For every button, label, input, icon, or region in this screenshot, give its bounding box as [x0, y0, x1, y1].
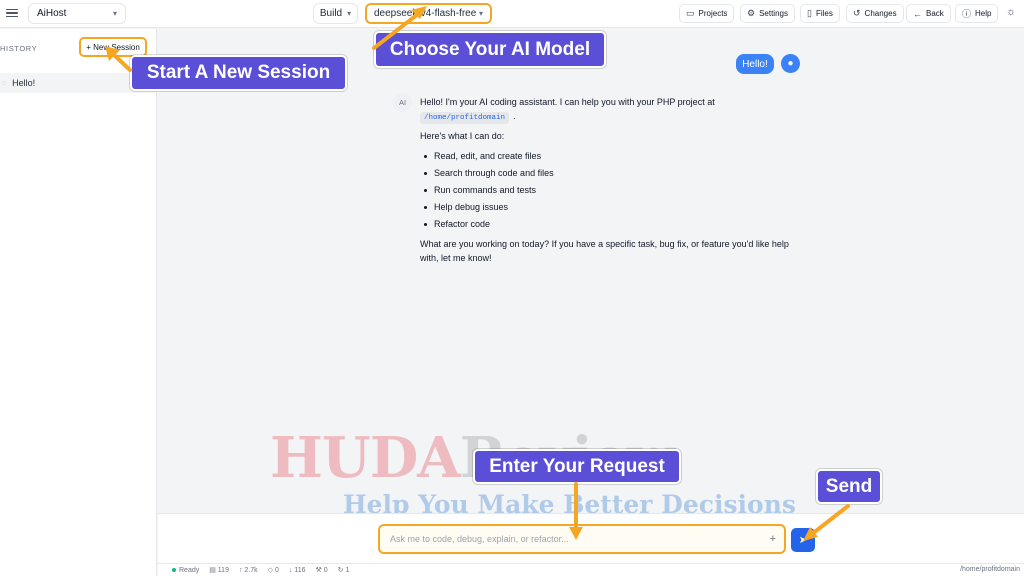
status-stat-refresh: ↻ 1: [337, 567, 350, 574]
ai-can-do: Here's what I can do:: [420, 131, 505, 141]
attach-plus-icon[interactable]: +: [770, 533, 776, 545]
callout-enter-request: Enter Your Request: [473, 449, 681, 484]
stat-value: 1: [345, 567, 350, 574]
projects-button-label: Projects: [698, 9, 728, 18]
gear-icon: ⚙: [747, 8, 756, 18]
files-button[interactable]: ▯ Files: [800, 4, 840, 23]
send-icon: ➤: [798, 534, 808, 546]
chevron-down-icon: ▾: [347, 9, 352, 18]
status-ready: Ready: [172, 567, 199, 574]
status-stat-diamond: ◇ 0: [267, 567, 279, 574]
arrow-left-icon: ←: [913, 8, 922, 19]
undo-icon: ↺: [853, 8, 861, 18]
ai-avatar: AI: [393, 93, 412, 112]
settings-button[interactable]: ⚙ Settings: [740, 4, 795, 23]
changes-button[interactable]: ↺ Changes: [846, 4, 904, 23]
model-select-label: deepseek-v4-flash-free: [374, 8, 477, 19]
file-icon: ▯: [807, 8, 812, 18]
status-path: /home/profitdomain: [960, 566, 1020, 573]
sidebar: HISTORY + New Session ◌ Hello! 2: [0, 29, 157, 576]
new-session-button[interactable]: + New Session: [79, 37, 147, 57]
ai-intro: Hello! I'm your AI coding assistant. I c…: [420, 95, 790, 124]
ai-message: Hello! I'm your AI coding assistant. I c…: [420, 95, 790, 270]
list-item: Run commands and tests: [420, 182, 790, 199]
stat-value: 116: [294, 566, 306, 574]
top-bar: AiHost ▾ Build ▾ deepseek-v4-flash-free …: [0, 0, 1024, 28]
chat-input[interactable]: [390, 534, 770, 544]
theme-toggle-icon[interactable]: ☼: [1006, 6, 1016, 18]
list-item: Help debug issues: [420, 199, 790, 216]
list-item: Search through code and files: [420, 165, 790, 182]
status-stat-files: ▤ 119: [209, 567, 229, 574]
stat-value: 119: [217, 567, 229, 574]
help-button-label: Help: [975, 9, 992, 18]
folder-icon: ▭: [686, 8, 695, 18]
status-stat-tokens-down: ↓ 116: [288, 566, 306, 574]
path-chip: /home/profitdomain: [420, 112, 510, 124]
ai-capabilities-list: Read, edit, and create files Search thro…: [420, 148, 790, 233]
status-stat-tools: ⚒ 0: [315, 567, 328, 574]
list-item: Refactor code: [420, 216, 790, 233]
user-avatar-icon: ●: [781, 54, 800, 73]
help-icon: ⓘ: [962, 9, 972, 19]
stat-value: 0: [274, 567, 279, 574]
ai-intro-text: Hello! I'm your AI coding assistant. I c…: [420, 97, 715, 107]
list-item: Read, edit, and create files: [420, 148, 790, 165]
send-button[interactable]: ➤: [791, 528, 815, 552]
settings-button-label: Settings: [759, 9, 788, 18]
session-title: Hello!: [12, 78, 36, 88]
watermark-part-a: HUDA: [270, 425, 461, 491]
status-ready-label: Ready: [179, 566, 200, 574]
ai-closing: What are you working on today? If you ha…: [420, 239, 789, 263]
ai-intro-period: .: [513, 111, 516, 121]
help-button[interactable]: ⓘ Help: [955, 4, 999, 23]
changes-button-label: Changes: [864, 9, 897, 18]
callout-choose-model: Choose Your AI Model: [374, 31, 606, 68]
callout-send: Send: [816, 469, 882, 504]
project-select[interactable]: AiHost ▾: [28, 3, 126, 24]
mode-select[interactable]: Build ▾: [313, 3, 358, 24]
chat-input-box[interactable]: +: [378, 524, 786, 554]
chevron-down-icon: ▾: [112, 9, 117, 18]
chevron-down-icon: ▾: [478, 9, 483, 18]
model-select[interactable]: deepseek-v4-flash-free ▾: [365, 3, 492, 24]
history-label: HISTORY: [0, 44, 38, 53]
user-message: Hello!: [736, 54, 774, 74]
status-bar: Ready ▤ 119 ↑ 2.7k ◇ 0 ↓ 116 ⚒ 0 ↻ 1 /ho…: [158, 563, 1024, 576]
callout-new-session: Start A New Session: [130, 55, 347, 91]
chat-bubble-icon: ◌: [2, 79, 7, 87]
back-button[interactable]: ← Back: [906, 4, 951, 23]
stat-value: 2.7k: [244, 566, 258, 574]
stat-value: 0: [323, 567, 328, 574]
status-stat-tokens-up: ↑ 2.7k: [238, 566, 258, 574]
status-dot-icon: [172, 567, 176, 572]
files-button-label: Files: [815, 9, 833, 18]
mode-select-label: Build: [319, 8, 343, 19]
project-select-label: AiHost: [37, 8, 67, 19]
menu-icon[interactable]: [6, 6, 18, 20]
projects-button[interactable]: ▭ Projects: [679, 4, 735, 23]
back-button-label: Back: [926, 9, 944, 18]
